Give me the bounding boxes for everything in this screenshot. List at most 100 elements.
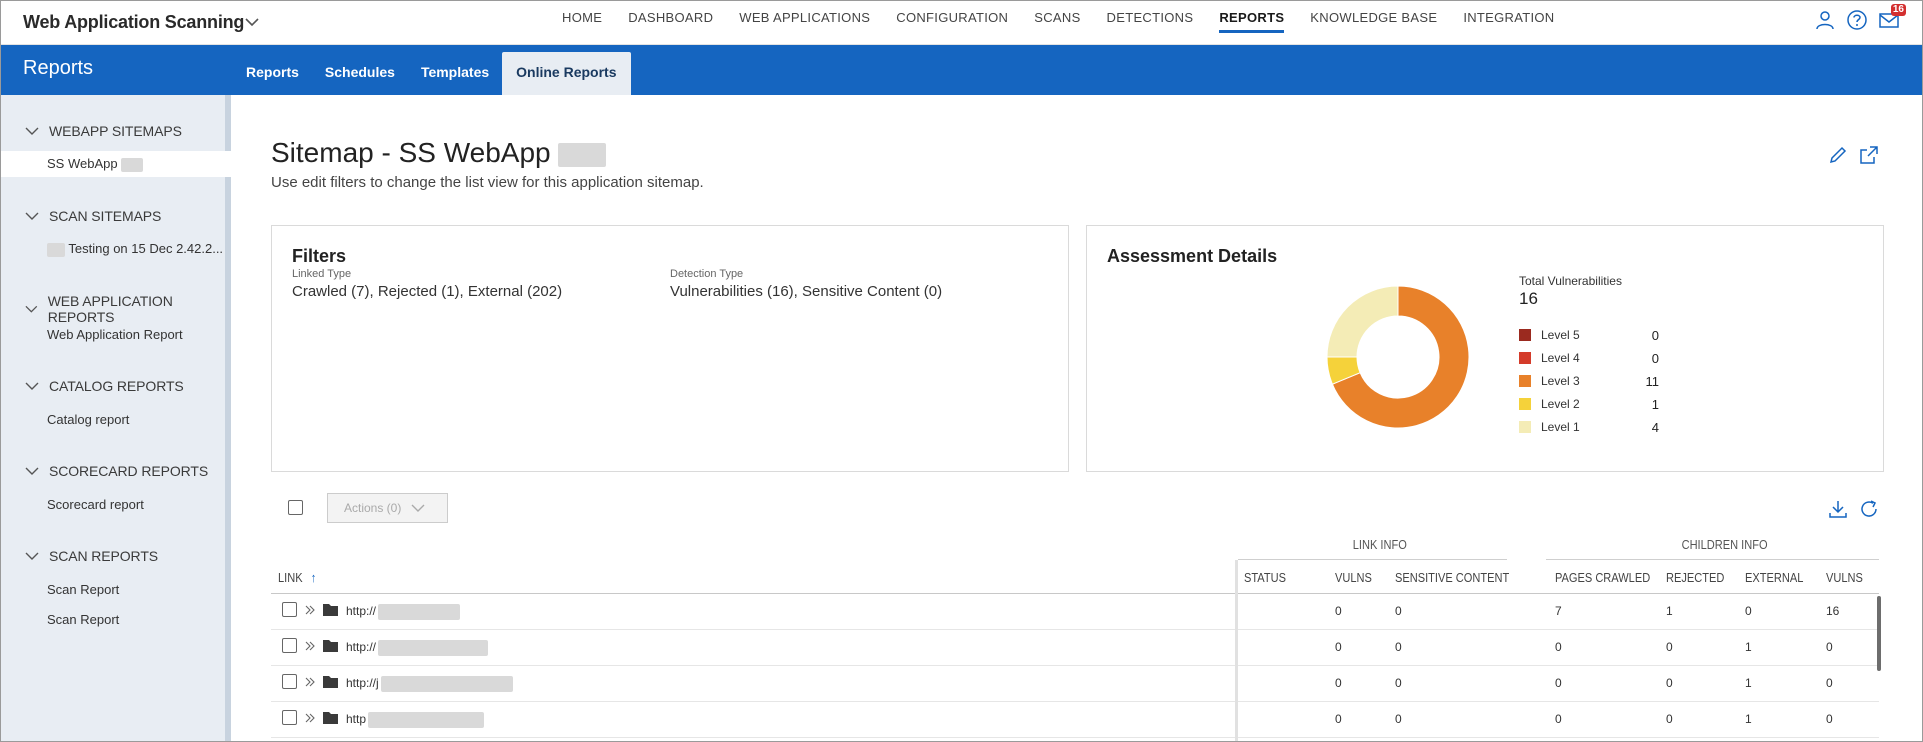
sidebar-heading-catalog-reports[interactable]: CATALOG REPORTS — [25, 378, 184, 394]
link-cell[interactable]: http:// — [346, 604, 461, 620]
filters-card: Filters Linked Type Crawled (7), Rejecte… — [271, 225, 1069, 472]
row-checkbox[interactable] — [282, 638, 297, 653]
sidebar-heading-web-application-reports[interactable]: WEB APPLICATION REPORTS — [25, 293, 225, 325]
top-navigation-bar: Web Application Scanning HOME DASHBOARD … — [1, 1, 1922, 45]
legend-label: Level 3 — [1541, 374, 1580, 388]
link-cell[interactable]: http://j — [346, 676, 513, 692]
select-all-checkbox[interactable] — [288, 500, 303, 515]
notifications-button[interactable]: 16 — [1878, 4, 1906, 31]
nav-detections[interactable]: DETECTIONS — [1094, 1, 1207, 45]
sidebar-heading-webapp-sitemaps[interactable]: WEBAPP SITEMAPS — [25, 123, 182, 139]
nav-dashboard[interactable]: DASHBOARD — [615, 1, 726, 45]
column-header-status[interactable]: STATUS — [1244, 570, 1286, 585]
child-vulns-cell: 0 — [1826, 712, 1833, 726]
vulns-cell: 0 — [1335, 640, 1342, 654]
edit-icon[interactable] — [1827, 144, 1849, 166]
sidebar-heading-label: CATALOG REPORTS — [49, 378, 184, 394]
main-nav: HOME DASHBOARD WEB APPLICATIONS CONFIGUR… — [549, 1, 1567, 45]
row-checkbox[interactable] — [282, 602, 297, 617]
expand-icon[interactable] — [304, 639, 316, 653]
sidebar-item-scan-report[interactable]: Scan Report — [47, 612, 119, 627]
nav-reports[interactable]: REPORTS — [1206, 1, 1297, 45]
sidebar-item-catalog-report[interactable]: Catalog report — [47, 412, 129, 427]
section-title: Reports — [23, 57, 94, 79]
filters-title: Filters — [292, 246, 347, 266]
nav-configuration[interactable]: CONFIGURATION — [883, 1, 1021, 45]
link-cell[interactable]: http:// — [346, 640, 489, 656]
table-row[interactable]: http:// 0 0 0 0 1 0 — [271, 630, 1879, 666]
column-header-sensitive-content[interactable]: SENSITIVE CONTENT — [1395, 570, 1509, 585]
chevron-down-icon — [25, 127, 39, 135]
legend-label: Level 4 — [1541, 351, 1580, 365]
expand-icon[interactable] — [304, 675, 316, 689]
legend-label: Level 2 — [1541, 397, 1580, 411]
page-subtitle: Use edit filters to change the list view… — [271, 174, 704, 191]
donut-slice-level-1[interactable] — [1327, 286, 1399, 358]
linked-type-value: Crawled (7), Rejected (1), External (202… — [292, 283, 563, 300]
sidebar-heading-scan-sitemaps[interactable]: SCAN SITEMAPS — [25, 208, 161, 224]
severity-legend: Level 5 0 Level 4 0 Level 3 11 Level 2 1 Level 1… — [1519, 328, 1659, 438]
sidebar-item-scan-sitemap[interactable]: Testing on 15 Dec 2.42.2... — [47, 241, 223, 257]
legend-item-level-1: Level 1 4 — [1519, 420, 1659, 435]
chevron-down-icon — [25, 467, 39, 475]
tab-templates[interactable]: Templates — [408, 52, 502, 95]
open-external-icon[interactable] — [1858, 144, 1880, 166]
tab-schedules[interactable]: Schedules — [312, 52, 408, 95]
column-header-link[interactable]: LINK ↑ — [278, 570, 316, 585]
actions-dropdown: Actions (0) — [327, 493, 448, 523]
column-header-child-vulns[interactable]: VULNS — [1826, 570, 1863, 585]
sidebar-heading-scorecard-reports[interactable]: SCORECARD REPORTS — [25, 463, 208, 479]
sidebar-item-label: Testing on 15 Dec 2.42.2... — [68, 241, 224, 256]
expand-icon[interactable] — [304, 711, 316, 725]
child-vulns-cell: 16 — [1826, 604, 1840, 618]
row-checkbox[interactable] — [282, 674, 297, 689]
legend-item-level-5: Level 5 0 — [1519, 328, 1659, 343]
sidebar-item-scan-report[interactable]: Scan Report — [47, 582, 119, 597]
rejected-cell: 1 — [1666, 604, 1673, 618]
column-header-pages-crawled[interactable]: PAGES CRAWLED — [1555, 570, 1650, 585]
top-icons: 16 — [1814, 4, 1906, 31]
tab-reports[interactable]: Reports — [233, 52, 312, 95]
legend-item-level-4: Level 4 0 — [1519, 350, 1659, 366]
legend-value: 0 — [1651, 350, 1659, 366]
table-row[interactable]: http://j 0 0 0 0 1 0 — [271, 666, 1879, 702]
linked-type-label: Linked Type — [292, 268, 352, 280]
nav-integration[interactable]: INTEGRATION — [1450, 1, 1567, 45]
refresh-icon[interactable] — [1858, 498, 1880, 520]
download-icon[interactable] — [1827, 498, 1849, 520]
table-scrollbar[interactable] — [1877, 596, 1881, 671]
table-row[interactable]: http:// 0 0 7 1 0 16 — [271, 594, 1879, 630]
nav-home[interactable]: HOME — [549, 1, 615, 45]
sidebar-item-scorecard-report[interactable]: Scorecard report — [47, 497, 144, 512]
sidebar-heading-scan-reports[interactable]: SCAN REPORTS — [25, 548, 158, 564]
redacted-text — [47, 242, 65, 257]
nav-web-applications[interactable]: WEB APPLICATIONS — [726, 1, 883, 45]
nav-knowledge-base[interactable]: KNOWLEDGE BASE — [1297, 1, 1450, 45]
legend-swatch — [1519, 329, 1531, 341]
sidebar-heading-label: SCAN REPORTS — [49, 548, 159, 564]
link-cell[interactable]: http — [346, 712, 485, 728]
row-checkbox[interactable] — [282, 710, 297, 725]
link-text: http://j — [346, 676, 379, 691]
sort-ascending-icon: ↑ — [310, 570, 317, 585]
column-header-external[interactable]: EXTERNAL — [1745, 570, 1803, 585]
chevron-down-icon[interactable] — [243, 13, 261, 31]
column-header-rejected[interactable]: REJECTED — [1666, 570, 1724, 585]
legend-item-level-2: Level 2 1 — [1519, 397, 1659, 412]
user-icon[interactable] — [1814, 9, 1836, 31]
redacted-text — [380, 676, 513, 692]
rejected-cell: 0 — [1666, 676, 1673, 690]
help-icon[interactable] — [1846, 9, 1868, 31]
folder-icon — [323, 604, 338, 616]
external-cell: 0 — [1745, 604, 1752, 618]
column-header-vulns[interactable]: VULNS — [1335, 570, 1372, 585]
nav-scans[interactable]: SCANS — [1021, 1, 1093, 45]
table-row[interactable]: http 0 0 0 0 1 0 — [271, 702, 1879, 738]
redacted-text — [558, 142, 607, 167]
folder-icon — [323, 640, 338, 652]
tab-online-reports[interactable]: Online Reports — [502, 52, 631, 95]
pages-crawled-cell: 0 — [1555, 676, 1562, 690]
sidebar-item-web-application-report[interactable]: Web Application Report — [47, 327, 183, 342]
sidebar-item-ss-webapp[interactable]: SS WebApp — [1, 151, 231, 177]
expand-icon[interactable] — [304, 603, 316, 617]
